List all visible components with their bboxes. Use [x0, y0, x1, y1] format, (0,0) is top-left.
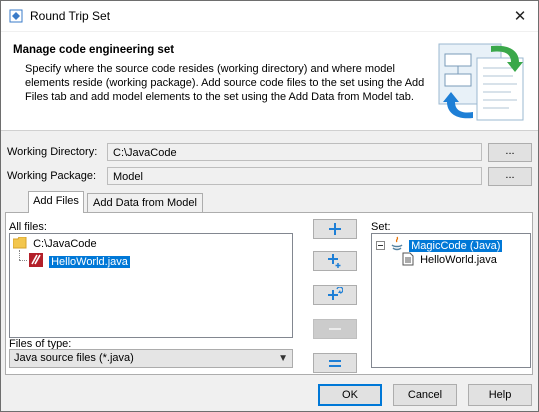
- files-of-type-select[interactable]: Java source files (*.java) ▼: [9, 349, 293, 368]
- close-icon: ✕: [513, 8, 527, 25]
- plus-all-icon: [328, 254, 341, 268]
- java-icon: [391, 236, 403, 251]
- round-trip-set-dialog: Round Trip Set ✕ Manage code engineering…: [0, 0, 539, 412]
- window-title: Round Trip Set: [30, 9, 111, 23]
- set-tree[interactable]: MagicCode (Java) HelloWorld.java: [371, 233, 531, 368]
- header-description: Specify where the source code resides (w…: [25, 63, 425, 103]
- app-icon: [9, 9, 23, 23]
- tab-add-data-from-model[interactable]: Add Data from Model: [87, 193, 203, 212]
- all-files-label: All files:: [9, 221, 47, 233]
- title-bar: Round Trip Set ✕: [1, 1, 538, 31]
- ok-button[interactable]: OK: [318, 384, 382, 406]
- remove-button[interactable]: [313, 319, 357, 339]
- working-directory-browse-button[interactable]: ...: [488, 143, 532, 162]
- set-tree-child[interactable]: HelloWorld.java: [402, 252, 497, 268]
- file-name: HelloWorld.java: [48, 255, 131, 269]
- java-file-icon: [29, 253, 43, 267]
- set-child-name: HelloWorld.java: [420, 254, 497, 266]
- help-button[interactable]: Help: [468, 384, 532, 406]
- working-package-browse-button[interactable]: ...: [488, 167, 532, 186]
- tree-item-file[interactable]: HelloWorld.java: [28, 252, 131, 269]
- round-trip-illustration-icon: [438, 43, 524, 121]
- add-button[interactable]: [313, 219, 357, 239]
- file-icon: [402, 252, 414, 266]
- working-package-label: Working Package:: [7, 170, 97, 182]
- close-button[interactable]: ✕: [502, 1, 538, 31]
- remove-all-button[interactable]: [313, 353, 357, 373]
- folder-name: C:\JavaCode: [33, 238, 97, 250]
- set-root-name: MagicCode (Java): [408, 239, 504, 253]
- set-tree-root[interactable]: MagicCode (Java): [376, 236, 504, 253]
- cancel-button[interactable]: Cancel: [393, 384, 457, 406]
- working-directory-label: Working Directory:: [7, 146, 98, 158]
- folder-icon: [12, 236, 27, 249]
- tree-item-folder[interactable]: C:\JavaCode: [12, 236, 97, 252]
- minus-all-icon: [329, 360, 341, 367]
- header-title: Manage code engineering set: [13, 44, 175, 56]
- files-of-type-value: Java source files (*.java): [14, 352, 134, 364]
- add-recursive-button[interactable]: [313, 285, 357, 305]
- chevron-down-icon: ▼: [278, 353, 288, 364]
- tree-connector: [19, 260, 27, 262]
- add-all-button[interactable]: [313, 251, 357, 271]
- working-directory-field[interactable]: C:\JavaCode: [107, 143, 482, 161]
- minus-icon: [329, 328, 341, 330]
- collapse-icon[interactable]: [376, 241, 385, 250]
- set-label: Set:: [371, 221, 391, 233]
- header-panel: Manage code engineering set Specify wher…: [1, 32, 538, 131]
- plus-recursive-icon: [328, 287, 343, 300]
- tree-connector: [19, 250, 21, 260]
- tab-add-files[interactable]: Add Files: [28, 191, 84, 213]
- working-package-field[interactable]: Model: [107, 167, 482, 185]
- plus-icon: [329, 223, 341, 235]
- all-files-tree[interactable]: C:\JavaCode HelloWorld.java: [9, 233, 293, 338]
